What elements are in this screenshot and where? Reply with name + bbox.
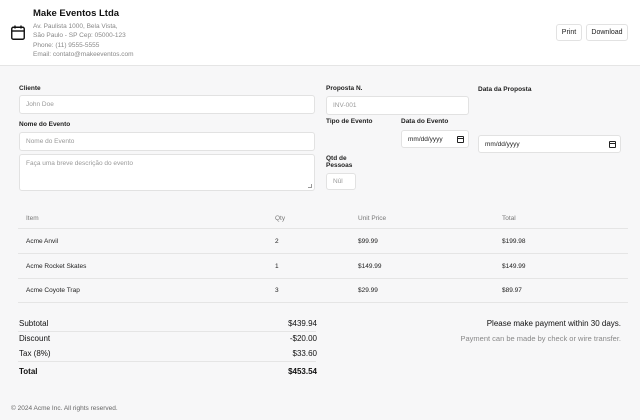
total-value: $453.54 bbox=[288, 367, 317, 376]
tax-label: Tax (8%) bbox=[19, 349, 51, 358]
table-cell-unit-price: $99.99 bbox=[358, 238, 378, 245]
table-cell-item: Acme Rocket Skates bbox=[26, 263, 87, 270]
download-button[interactable]: Download bbox=[586, 24, 628, 41]
table-cell-unit-price: $149.99 bbox=[358, 263, 382, 270]
qtd-pessoas-input[interactable]: Nûl bbox=[326, 173, 356, 190]
table-cell-total: $89.97 bbox=[502, 287, 522, 294]
calendar-picker-icon[interactable] bbox=[457, 135, 464, 143]
company-name: Make Eventos Ltda bbox=[33, 8, 120, 19]
subtotal-label: Subtotal bbox=[19, 319, 49, 328]
evento-label: Nome do Evento bbox=[19, 121, 71, 128]
table-cell-item: Acme Coyote Trap bbox=[26, 287, 80, 294]
invoice-header: Make Eventos Ltda Av. Paulista 1000, Bel… bbox=[0, 0, 640, 66]
column-header-qty: Qty bbox=[275, 215, 286, 222]
discount-label: Discount bbox=[19, 334, 51, 343]
table-cell-unit-price: $29.99 bbox=[358, 287, 378, 294]
table-cell-qty: 2 bbox=[275, 238, 279, 245]
proposta-input[interactable]: INV-001 bbox=[326, 96, 469, 115]
footer-copyright: © 2024 Acme Inc. All rights reserved. bbox=[11, 405, 118, 412]
tax-value: $33.60 bbox=[292, 349, 317, 358]
company-address-line1: Av. Paulista 1000, Bela Vista, bbox=[33, 23, 118, 30]
data-proposta-input[interactable]: mm/dd/yyyy bbox=[478, 135, 621, 153]
table-cell-qty: 1 bbox=[275, 263, 279, 270]
summary-divider bbox=[18, 361, 316, 362]
table-divider bbox=[18, 253, 628, 254]
column-header-unit-price: Unit Price bbox=[358, 215, 387, 222]
tipo-evento-label: Tipo de Evento bbox=[326, 118, 373, 125]
company-email: Email: contato@makeeventos.com bbox=[33, 51, 134, 58]
table-cell-total: $149.99 bbox=[502, 263, 526, 270]
table-cell-item: Acme Anvil bbox=[26, 238, 59, 245]
cliente-input[interactable]: John Doe bbox=[19, 95, 315, 114]
total-label: Total bbox=[19, 367, 38, 376]
proposta-label: Proposta N. bbox=[326, 85, 363, 92]
resize-handle-icon[interactable] bbox=[308, 184, 312, 188]
data-proposta-label: Data da Proposta bbox=[478, 86, 532, 93]
table-cell-qty: 3 bbox=[275, 287, 279, 294]
table-cell-total: $199.98 bbox=[502, 238, 526, 245]
print-button[interactable]: Print bbox=[556, 24, 582, 41]
data-evento-value: mm/dd/yyyy bbox=[408, 135, 443, 143]
table-divider bbox=[18, 302, 628, 303]
table-divider bbox=[18, 278, 628, 279]
descricao-placeholder: Faça uma breve descrição do evento bbox=[26, 160, 133, 167]
calendar-picker-icon[interactable] bbox=[609, 140, 616, 148]
column-header-total: Total bbox=[502, 215, 516, 222]
data-evento-input[interactable]: mm/dd/yyyy bbox=[401, 130, 469, 148]
calendar-icon bbox=[11, 25, 25, 40]
subtotal-value: $439.94 bbox=[288, 319, 317, 328]
qtd-label-line2: Pessoas bbox=[326, 162, 353, 169]
data-proposta-value: mm/dd/yyyy bbox=[485, 140, 520, 148]
cliente-label: Cliente bbox=[19, 85, 41, 92]
table-divider bbox=[18, 228, 628, 229]
data-evento-label: Data do Evento bbox=[401, 118, 449, 125]
summary-divider bbox=[18, 331, 316, 332]
descricao-textarea[interactable]: Faça uma breve descrição do evento bbox=[19, 154, 315, 191]
evento-input[interactable]: Nome do Evento bbox=[19, 132, 315, 151]
company-address-line2: São Paulo - SP Cep: 05000-123 bbox=[33, 32, 126, 39]
column-header-item: Item bbox=[26, 215, 39, 222]
company-phone: Phone: (11) 9555-5555 bbox=[33, 42, 100, 49]
payment-terms: Please make payment within 30 days. bbox=[486, 319, 621, 328]
payment-methods: Payment can be made by check or wire tra… bbox=[460, 334, 622, 343]
discount-value: -$20.00 bbox=[289, 334, 317, 343]
